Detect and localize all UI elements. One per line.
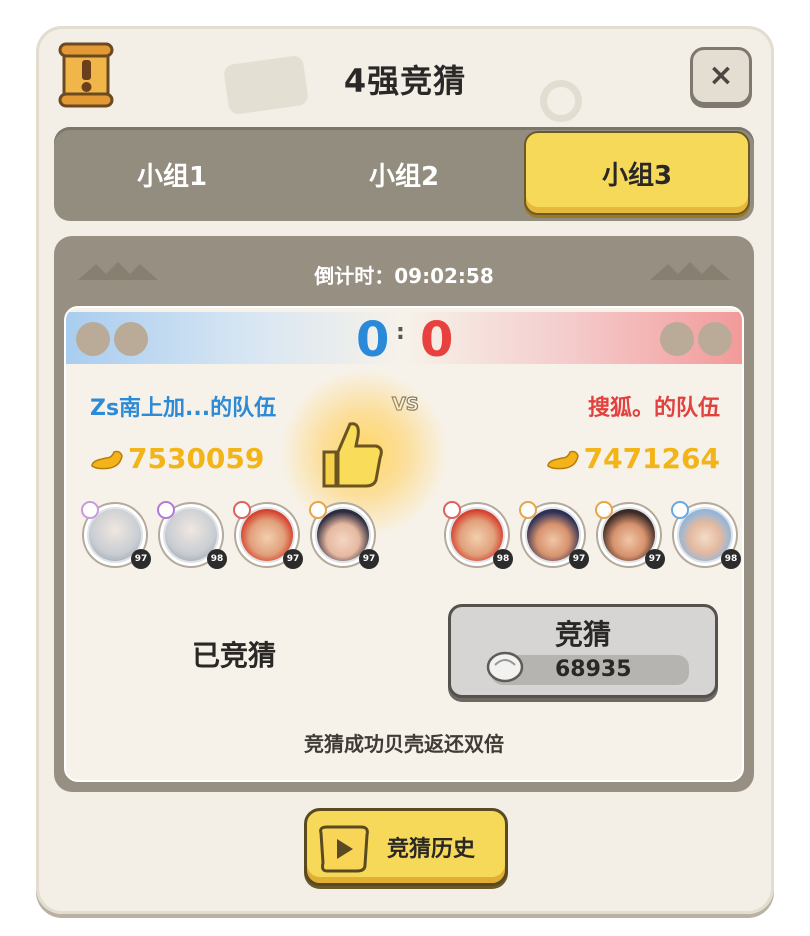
left-score-bar xyxy=(66,312,404,364)
right-hero-list: 98 97 97 98 xyxy=(443,501,741,569)
hero-avatar[interactable]: 97 xyxy=(519,501,589,569)
muscle-icon xyxy=(546,450,579,469)
countdown-timer: 倒计时：09:02:58 xyxy=(314,264,494,288)
score-separator: : xyxy=(396,320,405,345)
element-icon xyxy=(157,501,175,519)
guess-cost-value: 68935 xyxy=(555,657,632,682)
hero-level: 97 xyxy=(569,549,589,569)
hero-avatar[interactable]: 98 xyxy=(671,501,741,569)
shell-icon xyxy=(486,651,524,683)
hero-level: 97 xyxy=(645,549,665,569)
guess-button[interactable]: 竞猜 68935 xyxy=(448,604,718,698)
tab-group-1[interactable]: 小组1 xyxy=(62,139,282,209)
left-team-name: Zs南上加...的队伍 xyxy=(90,396,277,421)
element-icon xyxy=(233,501,251,519)
match-frame: 倒计时：09:02:58 0 : 0 Zs南上加...的队伍 VS 搜狐。的队伍… xyxy=(54,236,754,792)
element-icon xyxy=(81,501,99,519)
left-power-value: 7530059 xyxy=(128,442,265,475)
right-score-bar xyxy=(404,312,742,364)
round-dot xyxy=(76,322,110,356)
tab-group-2[interactable]: 小组2 xyxy=(294,139,514,209)
hero-avatar[interactable]: 98 xyxy=(157,501,227,569)
group-tabs: 小组1 小组2 小组3 xyxy=(54,127,754,221)
tab-group-3[interactable]: 小组3 xyxy=(524,131,750,215)
dialog-title: 4强竞猜 xyxy=(343,62,467,100)
hero-level: 97 xyxy=(283,549,303,569)
guess-note: 竞猜成功贝壳返还双倍 xyxy=(304,732,504,756)
element-icon xyxy=(595,501,613,519)
element-icon xyxy=(443,501,461,519)
play-scroll-icon xyxy=(319,825,369,873)
muscle-icon xyxy=(91,450,123,469)
guess-history-label: 竞猜历史 xyxy=(387,837,476,862)
element-icon xyxy=(519,501,537,519)
right-team-name: 搜狐。的队伍 xyxy=(587,396,720,421)
guess-status: 已竞猜 xyxy=(192,639,277,672)
hero-avatar[interactable]: 97 xyxy=(233,501,303,569)
close-button[interactable]: × xyxy=(690,47,752,105)
hero-level: 98 xyxy=(207,549,227,569)
match-card: 0 : 0 Zs南上加...的队伍 VS 搜狐。的队伍 7530059 7471… xyxy=(64,306,744,782)
hero-avatar[interactable]: 97 xyxy=(81,501,151,569)
hero-avatar[interactable]: 97 xyxy=(309,501,379,569)
guess-history-button[interactable]: 竞猜历史 xyxy=(304,808,508,886)
left-team-power: 7530059 xyxy=(90,442,264,475)
hero-level: 98 xyxy=(493,549,513,569)
hero-level: 97 xyxy=(359,549,379,569)
round-dot xyxy=(698,322,732,356)
right-score: 0 xyxy=(420,312,454,368)
round-dot xyxy=(660,322,694,356)
hero-avatar[interactable]: 97 xyxy=(595,501,665,569)
hero-level: 97 xyxy=(131,549,151,569)
hero-level: 98 xyxy=(721,549,741,569)
thumbs-up-icon[interactable] xyxy=(316,416,386,492)
right-power-value: 7471264 xyxy=(583,442,720,475)
right-team-power: 7471264 xyxy=(546,442,720,475)
left-score: 0 xyxy=(356,312,390,368)
guess-button-label: 竞猜 xyxy=(554,618,611,651)
element-icon xyxy=(671,501,689,519)
element-icon xyxy=(309,501,327,519)
left-hero-list: 97 98 97 97 xyxy=(81,501,379,569)
close-icon: × xyxy=(708,58,734,93)
hero-avatar[interactable]: 98 xyxy=(443,501,513,569)
round-dot xyxy=(114,322,148,356)
